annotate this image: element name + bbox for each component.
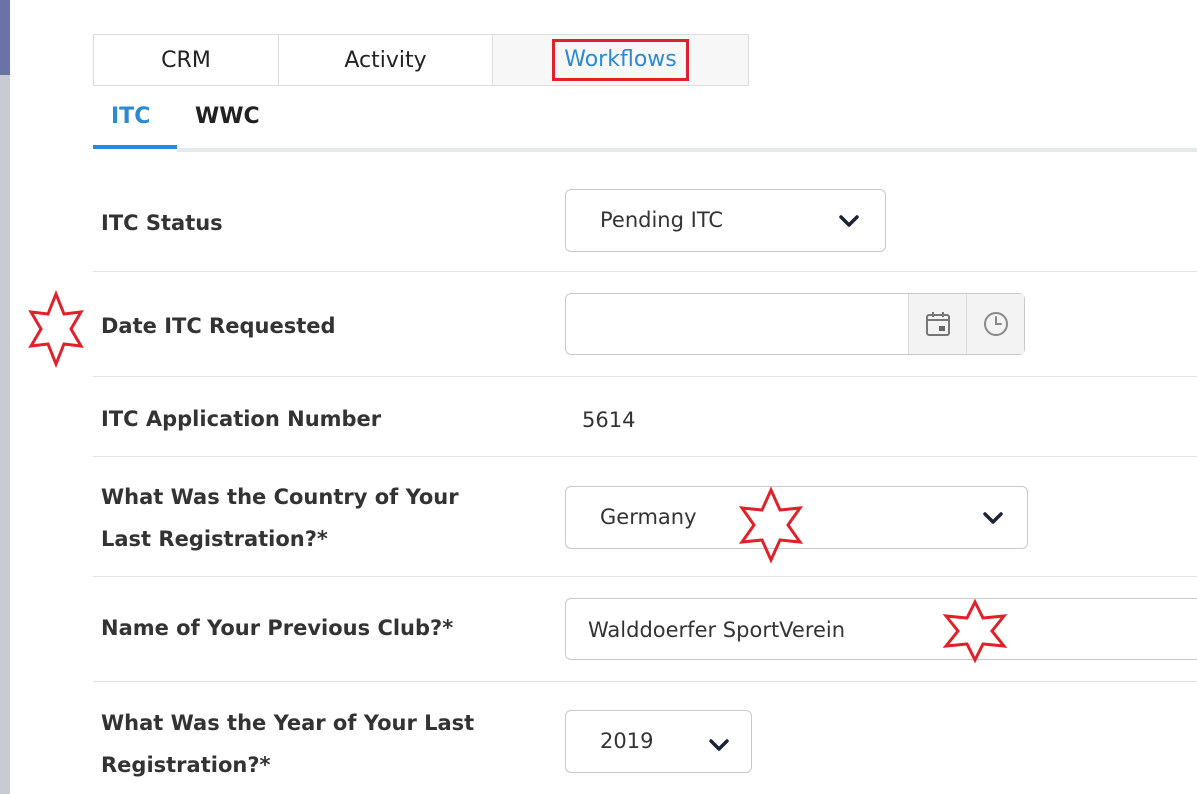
subtab-divider	[177, 148, 1197, 152]
row-divider	[93, 376, 1197, 377]
left-gutter	[0, 0, 10, 794]
previous-club-value: Walddoerfer SportVerein	[588, 618, 846, 642]
tab-activity[interactable]: Activity	[278, 34, 493, 86]
tab-workflows[interactable]: Workflows	[493, 34, 749, 86]
tab-activity-label: Activity	[344, 47, 427, 73]
application-number-value: 5614	[582, 408, 636, 432]
chevron-down-icon	[709, 739, 729, 751]
itc-status-label: ITC Status	[101, 211, 223, 235]
main-tabs: CRM Activity Workflows	[93, 34, 749, 86]
year-label-line2: Registration?*	[101, 753, 271, 777]
previous-club-field[interactable]: Walddoerfer SportVerein	[565, 598, 1197, 660]
clock-icon	[983, 312, 1008, 336]
tab-workflows-label: Workflows	[552, 38, 689, 82]
year-label-line1: What Was the Year of Your Last	[101, 711, 475, 735]
time-button[interactable]	[966, 294, 1024, 354]
active-subtab-indicator	[93, 145, 177, 149]
gutter-accent	[0, 0, 10, 75]
star-marker-icon	[738, 486, 804, 564]
subtab-wwc[interactable]: WWC	[195, 104, 260, 129]
itc-status-value: Pending ITC	[600, 208, 724, 232]
chevron-down-icon	[983, 512, 1003, 524]
row-divider	[93, 456, 1197, 457]
country-label-line1: What Was the Country of Your	[101, 485, 459, 509]
star-marker-icon	[28, 290, 84, 368]
country-value: Germany	[600, 505, 697, 529]
year-select[interactable]: 2019	[565, 710, 752, 773]
date-requested-input[interactable]	[578, 308, 902, 342]
calendar-icon	[925, 312, 950, 336]
tab-crm[interactable]: CRM	[93, 34, 278, 86]
date-requested-field	[565, 293, 1025, 355]
sub-tabs: ITC WWC	[93, 100, 1197, 152]
row-divider	[93, 576, 1197, 577]
application-number-label: ITC Application Number	[101, 407, 382, 431]
itc-status-select[interactable]: Pending ITC	[565, 189, 886, 252]
tab-crm-label: CRM	[161, 47, 211, 73]
previous-club-label: Name of Your Previous Club?*	[101, 616, 454, 640]
row-divider	[93, 271, 1197, 272]
chevron-down-icon	[839, 215, 859, 227]
star-marker-icon	[942, 598, 1008, 664]
date-requested-label: Date ITC Requested	[101, 314, 336, 338]
year-value: 2019	[600, 729, 654, 753]
row-divider	[93, 681, 1197, 682]
calendar-button[interactable]	[908, 294, 966, 354]
subtab-itc[interactable]: ITC	[111, 104, 150, 129]
country-label-line2: Last Registration?*	[101, 527, 328, 551]
